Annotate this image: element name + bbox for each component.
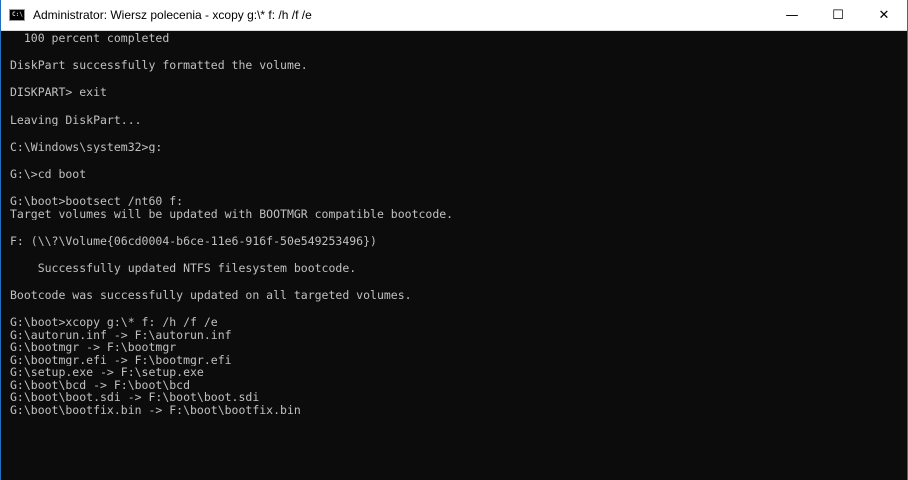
console-line: C:\Windows\system32>g: — [10, 140, 163, 154]
console-line: G:\setup.exe -> F:\setup.exe — [10, 366, 204, 379]
console-line: G:\bootmgr.efi -> F:\bootmgr.efi — [10, 353, 232, 367]
close-button[interactable]: ✕ — [861, 0, 907, 31]
console-line: G:\boot\bcd -> F:\boot\bcd — [10, 378, 191, 392]
scrollbar-thumb[interactable] — [897, 57, 905, 69]
console-window: C:\ Administrator: Wiersz polecenia - xc… — [0, 0, 908, 480]
title-bar[interactable]: C:\ Administrator: Wiersz polecenia - xc… — [1, 0, 907, 31]
minimize-icon: — — [785, 7, 799, 23]
console-icon[interactable]: C:\ — [9, 9, 25, 21]
console-line: DiskPart successfully formatted the volu… — [10, 59, 308, 72]
window-controls: — ☐ ✕ — [769, 0, 907, 31]
console-line: 100 percent completed — [10, 32, 170, 45]
maximize-button[interactable]: ☐ — [815, 0, 861, 31]
close-icon: ✕ — [878, 7, 890, 23]
console-line: Leaving DiskPart... — [10, 113, 142, 127]
console-line: Bootcode was successfully updated on all… — [10, 289, 412, 302]
console-line: Successfully updated NTFS filesystem boo… — [10, 262, 357, 275]
minimize-button[interactable]: — — [769, 0, 815, 31]
console-line: G:\>cd boot — [10, 167, 87, 181]
console-line: G:\autorun.inf -> F:\autorun.inf — [10, 328, 232, 342]
console-line: G:\boot>bootsect /nt60 f: — [10, 195, 184, 208]
console-line: Target volumes will be updated with BOOT… — [10, 207, 454, 221]
vertical-scrollbar[interactable] — [895, 31, 907, 480]
window-title: Administrator: Wiersz polecenia - xcopy … — [33, 8, 312, 22]
console-line: G:\boot\boot.sdi -> F:\boot\boot.sdi — [10, 391, 260, 404]
console-line: F: (\\?\Volume{06cd0004-b6ce-11e6-916f-5… — [10, 234, 377, 248]
console-output[interactable]: 100 percent completed DiskPart successful… — [1, 31, 895, 480]
console-icon-glyph: C:\ — [12, 11, 23, 18]
console-line: G:\boot\bootfix.bin -> F:\boot\bootfix.b… — [10, 403, 301, 417]
console-line: DISKPART> exit — [10, 86, 107, 99]
maximize-icon: ☐ — [832, 7, 844, 23]
console-line: G:\bootmgr -> F:\bootmgr — [10, 341, 177, 354]
console-line: G:\boot>xcopy g:\* f: /h /f /e — [10, 316, 218, 329]
